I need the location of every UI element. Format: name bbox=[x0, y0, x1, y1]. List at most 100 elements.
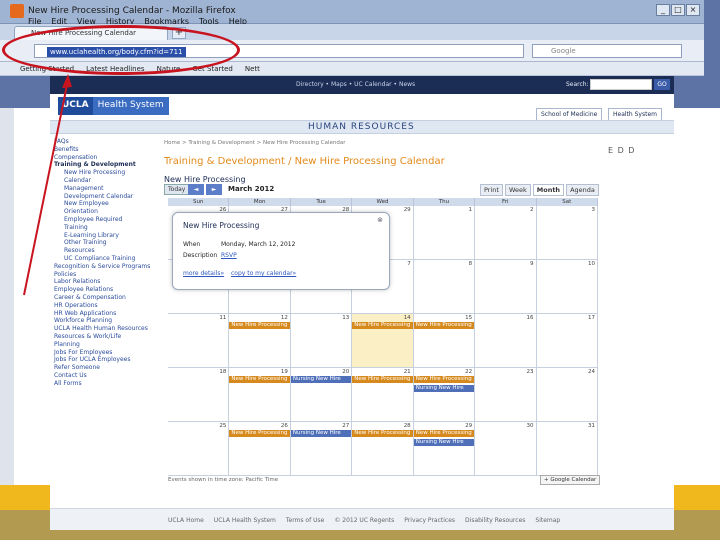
view-month[interactable]: Month bbox=[532, 184, 565, 196]
calendar-day-cell[interactable]: 31 bbox=[537, 422, 598, 475]
event-nursing-new-hire[interactable]: Nursing New Hire bbox=[290, 430, 352, 437]
calendar-day-cell[interactable]: 2 bbox=[475, 206, 537, 259]
sidebar-item[interactable]: Resources bbox=[54, 247, 154, 255]
event-new-hire-processing[interactable]: New Hire Processing bbox=[413, 430, 475, 437]
sidebar-item[interactable]: Labor Relations bbox=[54, 278, 154, 286]
popup-more-details-link[interactable]: more details» bbox=[183, 270, 224, 277]
footer-link[interactable]: UCLA Health System bbox=[214, 517, 276, 524]
event-nursing-new-hire[interactable]: Nursing New Hire bbox=[413, 439, 475, 446]
sidebar-item[interactable]: Development Calendar bbox=[54, 193, 154, 201]
school-of-medicine-tab[interactable]: School of Medicine bbox=[536, 108, 603, 120]
site-search-go-button[interactable]: GO bbox=[654, 79, 670, 90]
sidebar-item[interactable]: Recognition & Service Programs bbox=[54, 263, 154, 271]
calendar-day-cell[interactable]: 16 bbox=[475, 314, 537, 367]
sidebar-item[interactable]: Benefits bbox=[54, 146, 154, 154]
popup-close-icon[interactable]: ⊗ bbox=[377, 216, 383, 224]
event-nursing-new-hire[interactable]: Nursing New Hire bbox=[290, 376, 352, 383]
day-number: 13 bbox=[342, 315, 350, 321]
sidebar-item[interactable]: Career & Compensation bbox=[54, 294, 154, 302]
sidebar-item[interactable]: Jobs For Employees bbox=[54, 349, 154, 357]
event-new-hire-processing[interactable]: New Hire Processing bbox=[229, 430, 290, 437]
ucla-health-logo[interactable]: UCLA Health System bbox=[58, 97, 169, 115]
maximize-button[interactable]: □ bbox=[671, 4, 685, 16]
view-print[interactable]: Print bbox=[480, 184, 503, 196]
sidebar-item[interactable]: Jobs For UCLA Employees bbox=[54, 356, 154, 364]
sidebar-item[interactable]: Workforce Planning bbox=[54, 317, 154, 325]
sidebar-item[interactable]: Management bbox=[54, 185, 154, 193]
day-number: 2 bbox=[530, 207, 534, 213]
event-new-hire-processing[interactable]: New Hire Processing bbox=[352, 376, 413, 383]
prev-month-button[interactable]: ◄ bbox=[188, 184, 204, 195]
sidebar-item[interactable]: Calendar bbox=[54, 177, 154, 185]
sidebar-item[interactable]: UCLA Health Human Resources bbox=[54, 325, 154, 333]
sidebar-item[interactable]: New Employee bbox=[54, 200, 154, 208]
footer-link[interactable]: UCLA Home bbox=[168, 517, 204, 524]
event-nursing-new-hire[interactable]: Nursing New Hire bbox=[413, 385, 475, 392]
site-search-input[interactable] bbox=[590, 79, 652, 90]
sidebar-item[interactable]: Orientation bbox=[54, 208, 154, 216]
sidebar-item[interactable]: All Forms bbox=[54, 380, 154, 388]
event-new-hire-processing[interactable]: New Hire Processing bbox=[413, 376, 475, 383]
sidebar-item[interactable]: New Hire Processing bbox=[54, 169, 154, 177]
breadcrumb[interactable]: Home > Training & Development > New Hire… bbox=[164, 140, 346, 146]
day-number: 24 bbox=[587, 369, 595, 375]
event-new-hire-processing[interactable]: New Hire Processing bbox=[413, 322, 475, 329]
sidebar-item[interactable]: HR Operations bbox=[54, 302, 154, 310]
sidebar-item[interactable]: Training & Development bbox=[54, 161, 154, 169]
sidebar-item[interactable]: E-Learning Library bbox=[54, 232, 154, 240]
google-calendar-button[interactable]: + Google Calendar bbox=[540, 475, 601, 485]
search-input[interactable]: Google bbox=[532, 44, 682, 58]
calendar-day-cell[interactable]: 8 bbox=[414, 260, 476, 313]
site-top-nav[interactable]: Directory • Maps • UC Calendar • News bbox=[296, 81, 415, 88]
sidebar-item[interactable]: Other Training bbox=[54, 239, 154, 247]
calendar-day-cell[interactable]: 18 bbox=[168, 368, 230, 421]
month-label[interactable]: March 2012 bbox=[228, 185, 274, 193]
health-system-tab[interactable]: Health System bbox=[608, 108, 662, 120]
popup-rsvp-link[interactable]: RSVP bbox=[221, 252, 237, 259]
sidebar-item[interactable]: Resources & Work/Life bbox=[54, 333, 154, 341]
calendar-day-cell[interactable]: 17 bbox=[537, 314, 598, 367]
sidebar-item[interactable]: Contact Us bbox=[54, 372, 154, 380]
event-new-hire-processing[interactable]: New Hire Processing bbox=[352, 322, 413, 329]
calendar-day-cell[interactable]: 1 bbox=[414, 206, 476, 259]
minimize-button[interactable]: _ bbox=[656, 4, 670, 16]
sidebar-item[interactable]: Employee Relations bbox=[54, 286, 154, 294]
calendar-day-cell[interactable]: 9 bbox=[475, 260, 537, 313]
calendar-day-cell[interactable]: 11 bbox=[168, 314, 230, 367]
weekday-label: Thu bbox=[414, 198, 476, 206]
sidebar-item[interactable]: Policies bbox=[54, 271, 154, 279]
calendar-day-cell[interactable]: 10 bbox=[537, 260, 598, 313]
footer-link[interactable]: Disability Resources bbox=[465, 517, 525, 524]
footer-link[interactable]: Sitemap bbox=[535, 517, 560, 524]
event-new-hire-processing[interactable]: New Hire Processing bbox=[229, 322, 290, 329]
popup-copy-link[interactable]: copy to my calendar» bbox=[231, 270, 296, 277]
calendar-day-cell[interactable]: 30 bbox=[475, 422, 537, 475]
view-agenda[interactable]: Agenda bbox=[566, 184, 599, 196]
event-new-hire-processing[interactable]: New Hire Processing bbox=[229, 376, 290, 383]
day-number: 7 bbox=[407, 261, 411, 267]
sidebar-item[interactable]: Training bbox=[54, 224, 154, 232]
sidebar-item[interactable]: Refer Someone bbox=[54, 364, 154, 372]
calendar-day-cell[interactable]: 23 bbox=[475, 368, 537, 421]
sidebar-item[interactable]: Planning bbox=[54, 341, 154, 349]
sidebar-item[interactable]: UC Compliance Training bbox=[54, 255, 154, 263]
calendar-day-cell[interactable]: 13 bbox=[291, 314, 353, 367]
footer-link[interactable]: Terms of Use bbox=[286, 517, 324, 524]
close-window-button[interactable]: × bbox=[686, 4, 700, 16]
bookmark-nett[interactable]: Nett bbox=[245, 65, 260, 75]
next-month-button[interactable]: ► bbox=[206, 184, 222, 195]
sidebar-item[interactable]: FAQs bbox=[54, 138, 154, 146]
sidebar-item[interactable]: Employee Required bbox=[54, 216, 154, 224]
view-week[interactable]: Week bbox=[504, 184, 531, 196]
calendar-day-cell[interactable]: 3 bbox=[537, 206, 598, 259]
event-new-hire-processing[interactable]: New Hire Processing bbox=[352, 430, 413, 437]
sidebar-item[interactable]: Compensation bbox=[54, 154, 154, 162]
calendar-day-cell[interactable]: 25 bbox=[168, 422, 230, 475]
footer-link[interactable]: Privacy Practices bbox=[404, 517, 455, 524]
day-number: 31 bbox=[587, 423, 595, 429]
footer-link[interactable]: © 2012 UC Regents bbox=[334, 517, 394, 524]
sidebar-item[interactable]: HR Web Applications bbox=[54, 310, 154, 318]
today-button[interactable]: Today bbox=[164, 184, 190, 195]
firefox-menu-icon[interactable] bbox=[10, 4, 24, 18]
calendar-day-cell[interactable]: 24 bbox=[537, 368, 598, 421]
